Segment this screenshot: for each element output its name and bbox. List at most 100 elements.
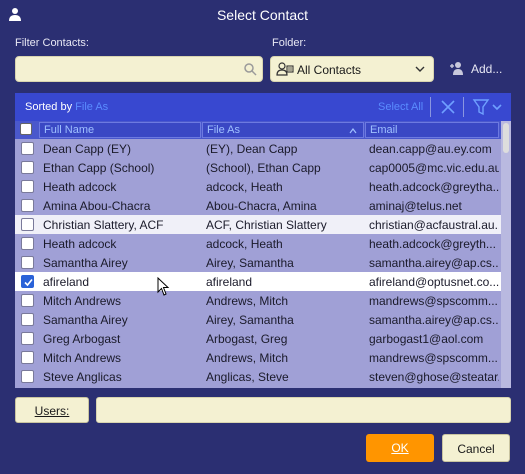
filter-input[interactable] [20, 58, 234, 82]
contact-row[interactable]: Mitch Andrews Andrews, Mitch mandrews@spsc… [15, 291, 501, 310]
folder-label: Folder: [272, 37, 307, 49]
filter-icon[interactable] [471, 98, 503, 116]
full-name-cell: Greg Arbogast [43, 332, 121, 346]
select-all-checkbox[interactable] [20, 123, 32, 135]
full-name-cell: Ethan Capp (School) [43, 161, 155, 175]
contact-row[interactable]: Samantha Airey Airey, Samantha samantha.ai… [15, 310, 501, 329]
row-checkbox[interactable] [21, 294, 34, 307]
full-name-cell: Amina Abou-Chacra [43, 199, 151, 213]
column-header: Full Name File As Email [15, 121, 501, 139]
divider [430, 97, 431, 117]
users-button[interactable]: Users: [15, 397, 89, 423]
filter-label: Filter Contacts: [15, 37, 89, 49]
email-cell: christian@acfaustral.au... [369, 218, 499, 232]
scrollbar-thumb[interactable] [503, 123, 509, 153]
full-name-cell: Christian Slattery, ACF [43, 218, 164, 232]
cancel-button[interactable]: Cancel [442, 434, 510, 462]
email-cell: samantha.airey@ap.cs... [369, 313, 499, 327]
file-as-cell: adcock, Heath [206, 180, 283, 194]
clear-selection-icon[interactable] [440, 99, 456, 115]
contact-row[interactable]: Ethan Capp (School) (School), Ethan Capp c… [15, 158, 501, 177]
row-checkbox[interactable] [21, 180, 34, 193]
contact-row[interactable]: Steve Anglicas Anglicas, Steve steven@ghos… [15, 367, 501, 386]
contacts-icon [276, 62, 294, 76]
contacts-list[interactable]: Sorted by File As Select All Full Name F… [15, 93, 511, 388]
contact-row[interactable]: Christian Slattery, ACF ACF, Christian Sl… [15, 215, 501, 234]
column-full-name[interactable]: Full Name [39, 122, 201, 138]
email-cell: mandrews@spscomm... [369, 294, 498, 308]
file-as-cell: Andrews, Mitch [206, 294, 289, 308]
file-as-cell: (School), Ethan Capp [206, 161, 321, 175]
email-cell: mandrews@spscomm... [369, 351, 498, 365]
file-as-cell: Airey, Samantha [206, 313, 294, 327]
column-email[interactable]: Email [365, 122, 499, 138]
ok-button-label: OK [391, 441, 409, 455]
email-cell: cap0005@mc.vic.edu.au [369, 161, 499, 175]
folder-select[interactable]: All Contacts [270, 56, 434, 82]
users-field[interactable] [96, 397, 511, 423]
contact-row[interactable]: Samantha Airey Airey, Samantha samantha.ai… [15, 253, 501, 272]
file-as-cell: afireland [206, 275, 253, 289]
contact-row[interactable]: Dean Capp (EY) (EY), Dean Capp dean.capp@a… [15, 139, 501, 158]
file-as-cell: Arbogast, Greg [206, 332, 288, 346]
row-checkbox[interactable] [21, 256, 34, 269]
full-name-cell: Mitch Andrews [43, 294, 122, 308]
row-checkbox[interactable] [21, 351, 34, 364]
filter-field[interactable] [15, 56, 263, 82]
sorted-by-label[interactable]: Sorted by File As [25, 101, 108, 113]
row-checkbox[interactable] [21, 275, 34, 288]
file-as-cell: Anglicas, Steve [206, 370, 289, 384]
email-cell: heath.adcock@greyth... [369, 237, 496, 251]
divider [463, 97, 464, 117]
search-icon [244, 63, 257, 76]
full-name-cell: afireland [43, 275, 90, 289]
ok-button[interactable]: OK [366, 434, 434, 462]
sort-ascending-icon [349, 128, 357, 134]
select-all-link[interactable]: Select All [378, 101, 423, 113]
file-as-cell: Abou-Chacra, Amina [206, 199, 317, 213]
row-checkbox[interactable] [21, 237, 34, 250]
row-checkbox[interactable] [21, 161, 34, 174]
contact-row[interactable]: Heath adcock adcock, Heath heath.adcock@gr… [15, 177, 501, 196]
email-cell: steven@ghose@steatar... [369, 370, 499, 384]
contact-row[interactable]: Amina Abou-Chacra Abou-Chacra, Amina amina… [15, 196, 501, 215]
sorted-by-text: Sorted by [25, 101, 73, 113]
list-toolbar: Sorted by File As Select All [15, 93, 511, 121]
email-cell: samantha.airey@ap.cs... [369, 256, 499, 270]
row-checkbox[interactable] [21, 313, 34, 326]
title-bar: Select Contact [0, 0, 525, 30]
add-person-icon [450, 62, 463, 75]
column-file-as[interactable]: File As [202, 122, 364, 138]
row-checkbox[interactable] [21, 218, 34, 231]
contact-row[interactable]: Greg ArbogastArbogast, Greggarbogast1@ao… [15, 386, 501, 388]
file-as-cell: adcock, Heath [206, 237, 283, 251]
window-title: Select Contact [216, 7, 309, 23]
full-name-cell: Samantha Airey [43, 256, 128, 270]
file-as-cell: Andrews, Mitch [206, 351, 289, 365]
folder-selected-value: All Contacts [297, 63, 362, 77]
row-checkbox[interactable] [21, 199, 34, 212]
email-cell: afireland@optusnet.co... [369, 275, 499, 289]
contact-row[interactable]: Mitch Andrews Andrews, Mitch mandrews@spsc… [15, 348, 501, 367]
contact-row[interactable]: Greg Arbogast Arbogast, Greg garbogast1@ao… [15, 329, 501, 348]
row-checkbox[interactable] [21, 370, 34, 383]
checkmark-icon [24, 278, 33, 287]
file-as-cell: Airey, Samantha [206, 256, 294, 270]
row-checkbox[interactable] [21, 332, 34, 345]
email-cell: aminaj@telus.net [369, 199, 462, 213]
email-cell: heath.adcock@greytha... [369, 180, 499, 194]
chevron-down-icon [415, 66, 425, 72]
full-name-cell: Steve Anglicas [43, 370, 122, 384]
full-name-cell: Mitch Andrews [43, 351, 122, 365]
contact-row[interactable]: afireland afireland afireland@optusnet.co.… [15, 272, 501, 291]
sort-field: File As [75, 101, 109, 113]
contact-row[interactable]: Heath adcock adcock, Heath heath.adcock@gr… [15, 234, 501, 253]
full-name-cell: Samantha Airey [43, 313, 128, 327]
email-cell: garbogast1@aol.com [369, 332, 484, 346]
full-name-cell: Heath adcock [43, 180, 117, 194]
file-as-cell: ACF, Christian Slattery [206, 218, 327, 232]
file-as-cell: (EY), Dean Capp [206, 142, 298, 156]
row-checkbox[interactable] [21, 142, 34, 155]
vertical-scrollbar[interactable] [501, 121, 511, 388]
add-contact-label: Add... [471, 62, 503, 76]
